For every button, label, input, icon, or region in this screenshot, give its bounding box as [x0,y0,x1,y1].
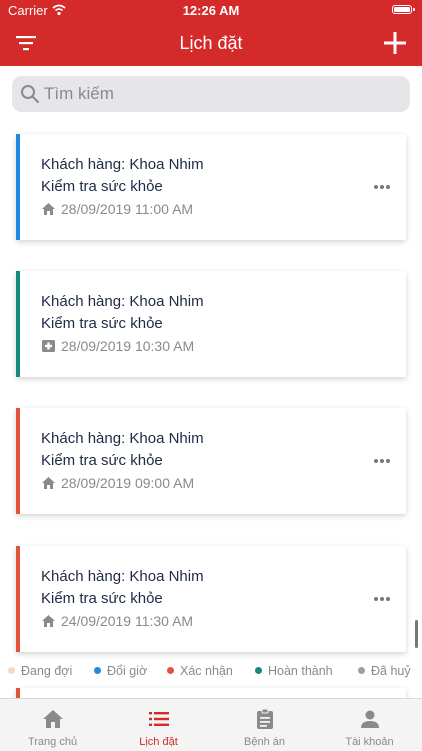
legend-label: Hoàn thành [268,664,333,678]
legend-item-waiting: Đang đợi [8,664,72,678]
tab-label: Trang chủ [27,736,78,748]
search-bar [12,76,410,112]
appointment-card[interactable]: Khách hàng: Khoa Nhim Kiểm tra sức khỏe … [16,546,406,652]
battery-icon [392,5,415,14]
appointment-list[interactable]: Khách hàng: Khoa Nhim Kiểm tra sức khỏe … [0,120,422,698]
appointment-card[interactable]: Khách hàng: Khoa Nhim Kiểm tra sức khỏe … [16,271,406,377]
tab-label: Tài khoản [345,736,394,748]
home-icon [42,615,55,627]
app-header: Carrier 12:26 AM Lịch đặt [0,0,422,66]
home-icon [42,477,55,489]
tab-bookings[interactable]: Lịch đặt [106,699,211,751]
tab-medical-records[interactable]: Bệnh án [212,699,317,751]
legend-label: Xác nhận [180,664,233,678]
add-icon[interactable] [382,30,408,56]
appointment-datetime: 28/09/2019 10:30 AM [61,338,195,354]
service-name: Kiểm tra sức khỏe [41,452,163,469]
appointment-card-partial[interactable] [16,688,406,698]
tab-home[interactable]: Trang chủ [0,699,105,751]
service-name: Kiểm tra sức khỏe [41,315,163,332]
medical-cross-icon [42,340,55,352]
legend-dot [94,667,101,674]
more-options-icon[interactable] [374,588,394,602]
tab-label: Bệnh án [244,736,285,748]
tab-label: Lịch đặt [139,736,178,748]
appointment-meta: 28/09/2019 11:00 AM [41,201,193,217]
tab-bar: Trang chủ Lịch đặt Bệnh án Tài khoản [0,698,422,751]
home-icon [42,203,55,215]
service-name: Kiểm tra sức khỏe [41,178,163,195]
customer-name: Khách hàng: Khoa Nhim [41,568,204,585]
appointment-meta: 24/09/2019 11:30 AM [41,613,193,629]
legend-item-completed: Hoàn thành [255,664,333,678]
scrollbar[interactable] [415,620,418,648]
appointment-card[interactable]: Khách hàng: Khoa Nhim Kiểm tra sức khỏe … [16,408,406,514]
appointment-meta: 28/09/2019 09:00 AM [41,475,194,491]
status-accent [16,408,20,514]
status-accent [16,688,20,698]
appointment-card[interactable]: Khách hàng: Khoa Nhim Kiểm tra sức khỏe … [16,134,406,240]
page-title: Lịch đặt [179,33,243,53]
legend-dot [167,667,174,674]
list-icon [149,712,169,726]
status-accent [16,271,20,377]
home-icon [43,710,63,728]
legend-dot [358,667,365,674]
legend-item-confirmed: Xác nhận [167,664,233,678]
legend-dot [8,667,15,674]
legend-item-rescheduled: Đổi giờ [94,664,147,678]
legend-label: Đang đợi [21,664,73,678]
status-accent [16,546,20,652]
status-legend: Đang đợi Đổi giờ Xác nhận Hoàn thành Đã … [0,660,422,684]
legend-label: Đổi giờ [107,664,148,678]
customer-name: Khách hàng: Khoa Nhim [41,293,204,310]
customer-name: Khách hàng: Khoa Nhim [41,430,204,447]
user-icon [361,710,379,728]
legend-item-cancelled: Đã huỷ [358,664,411,678]
appointment-datetime: 28/09/2019 11:00 AM [61,201,194,217]
status-accent [16,134,20,240]
more-options-icon[interactable] [374,176,394,190]
appointment-datetime: 28/09/2019 09:00 AM [61,475,195,491]
clipboard-icon [257,709,273,729]
tab-account[interactable]: Tài khoản [317,699,422,751]
search-input[interactable] [44,76,394,112]
legend-dot [255,667,262,674]
appointment-meta: 28/09/2019 10:30 AM [41,338,194,354]
status-bar: Carrier 12:26 AM [0,0,422,22]
search-icon [21,85,39,103]
appointment-datetime: 24/09/2019 11:30 AM [61,613,194,629]
customer-name: Khách hàng: Khoa Nhim [41,156,204,173]
more-options-icon[interactable] [374,450,394,464]
legend-label: Đã huỷ [371,664,411,678]
service-name: Kiểm tra sức khỏe [41,590,163,607]
status-time: 12:26 AM [182,3,240,18]
